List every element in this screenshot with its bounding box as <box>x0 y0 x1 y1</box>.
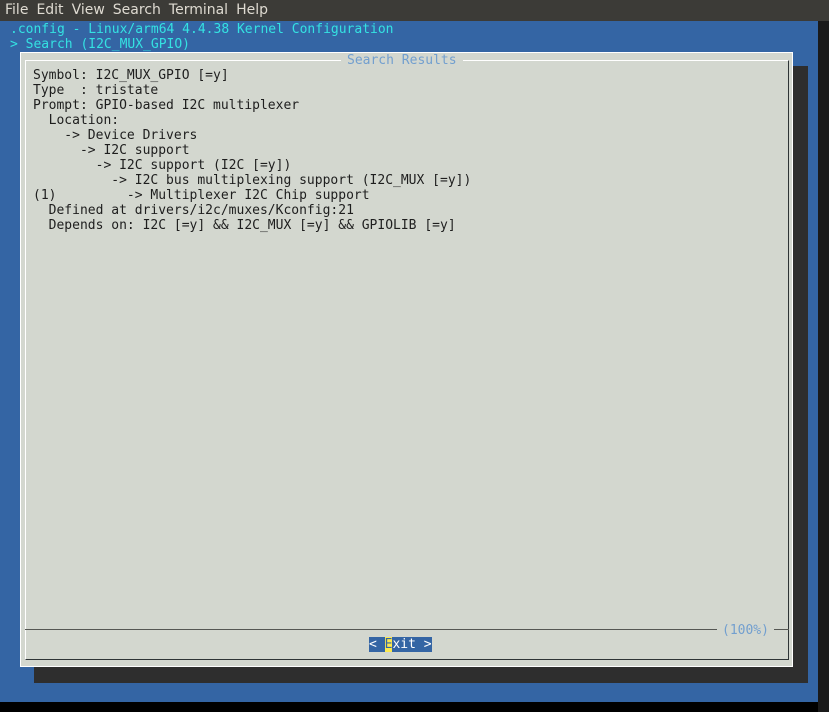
search-results-dialog: Search Results Symbol: I2C_MUX_GPIO [=y]… <box>20 52 793 667</box>
result-line-depends-on: Depends on: I2C [=y] && I2C_MUX [=y] && … <box>33 218 456 233</box>
scroll-percent: (100%) <box>717 623 774 638</box>
search-results-text: Symbol: I2C_MUX_GPIO [=y] Type : tristat… <box>33 68 471 233</box>
breadcrumb: > Search (I2C_MUX_GPIO) <box>10 37 198 52</box>
terminal-scrollbar[interactable] <box>818 21 829 712</box>
result-line-location-step: -> I2C bus multiplexing support (I2C_MUX… <box>33 173 472 188</box>
config-title: .config - Linux/arm64 4.4.38 Kernel Conf… <box>10 22 394 37</box>
menu-edit[interactable]: Edit <box>31 0 66 21</box>
result-line-location-step: -> Device Drivers <box>33 128 198 143</box>
dialog-title: Search Results <box>341 53 463 68</box>
exit-button-rest: xit > <box>392 637 432 652</box>
menu-search[interactable]: Search <box>108 0 164 21</box>
result-line-symbol: Symbol: I2C_MUX_GPIO [=y] <box>33 68 229 83</box>
menu-view[interactable]: View <box>67 0 108 21</box>
exit-button[interactable]: < Exit > <box>369 637 432 652</box>
result-line-location-step: -> I2C support <box>33 143 190 158</box>
result-line-jump-target[interactable]: (1) -> Multiplexer I2C Chip support <box>33 188 471 203</box>
result-line-type: Type : tristate <box>33 83 159 98</box>
menuconfig-screen: .config - Linux/arm64 4.4.38 Kernel Conf… <box>0 21 818 702</box>
menu-terminal[interactable]: Terminal <box>164 0 231 21</box>
result-line-defined-at: Defined at drivers/i2c/muxes/Kconfig:21 <box>33 203 354 218</box>
exit-button-left: < <box>369 637 385 652</box>
result-line-location-step: -> I2C support (I2C [=y]) <box>33 158 292 173</box>
result-line-prompt: Prompt: GPIO-based I2C multiplexer <box>33 98 300 113</box>
menu-help[interactable]: Help <box>231 0 271 21</box>
result-line-location: Location: <box>33 113 120 128</box>
button-separator <box>25 629 789 630</box>
terminal-window[interactable]: .config - Linux/arm64 4.4.38 Kernel Conf… <box>0 21 829 712</box>
menu-bar: File Edit View Search Terminal Help <box>0 0 829 21</box>
menu-file[interactable]: File <box>0 0 31 21</box>
